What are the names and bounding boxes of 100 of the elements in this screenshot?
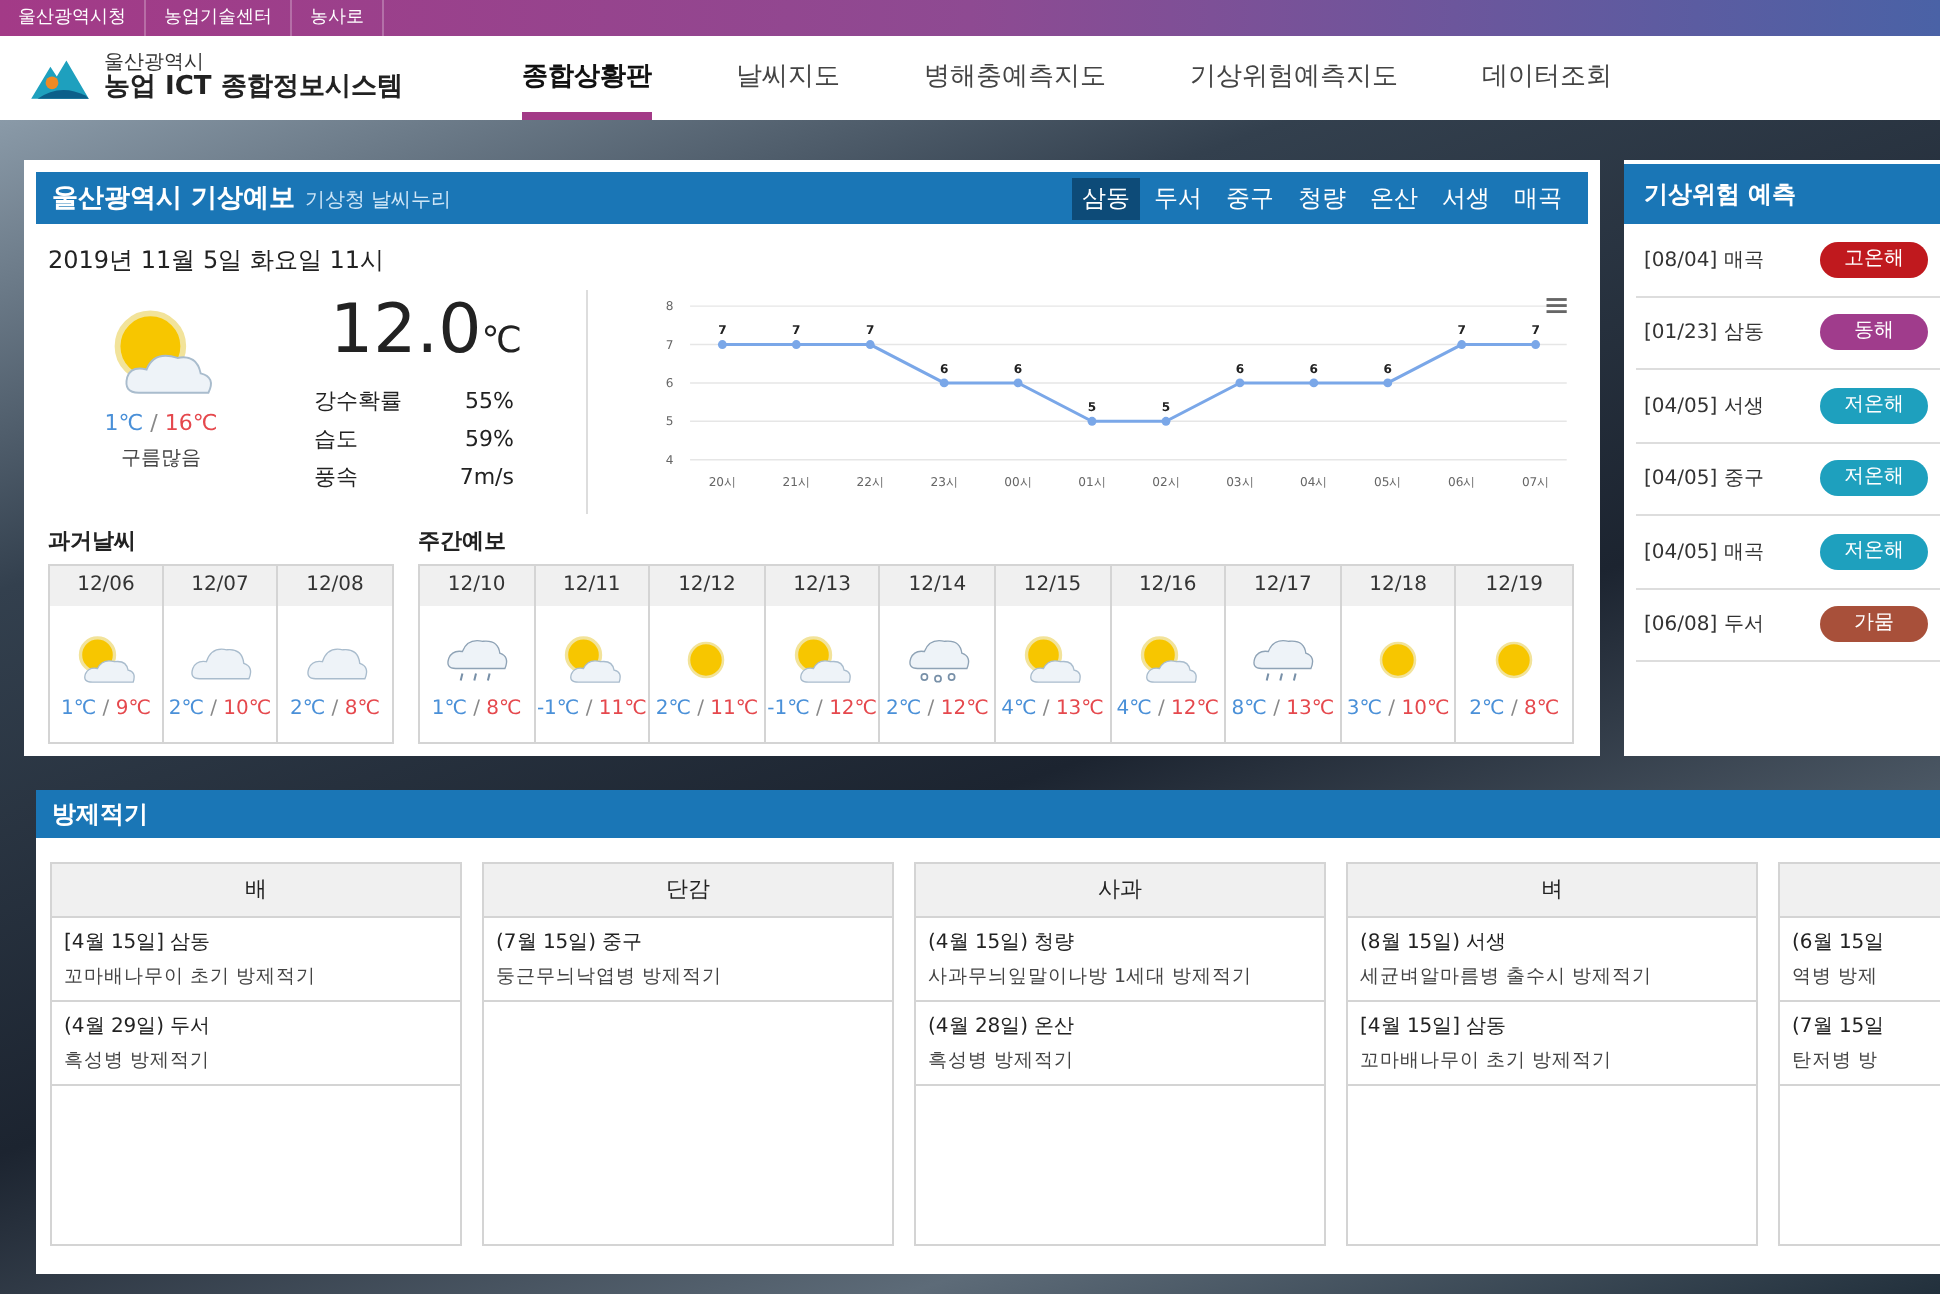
logo-title: 농업 ICT 종합정보시스템 [104,74,403,104]
control-date: (4월 28일) 온산 [928,1014,1077,1040]
stat-value: 7m/s [459,462,514,494]
logo-subtitle: 울산광역시 [104,52,204,75]
low-high-temperature: 2℃ / 8℃ [290,698,380,720]
risk-tag: 저온해 [1820,533,1928,570]
date-header: 12/08 [278,566,392,606]
risk-date: [01/23] 삼동 [1644,320,1764,347]
control-task: 둥근무늬낙엽병 방제적기 [496,964,725,990]
risk-date: [06/08] 두서 [1644,612,1764,639]
risk-tag: 동해 [1820,314,1928,351]
nav-tab[interactable]: 데이터조회 [1440,36,1654,120]
data-point [939,378,949,388]
stat-value: 59% [465,424,514,456]
data-point [1457,340,1467,349]
nav-tab[interactable]: 병해충예측지도 [882,36,1148,120]
control-task: 역병 방제 [1792,964,1881,990]
date-header: 12/17 [1226,566,1340,606]
data-point [1013,378,1023,388]
low-high-temperature: 2℃ / 12℃ [886,698,989,720]
control-task: 세균벼알마름병 출수시 방제적기 [1360,964,1655,990]
low-high-temperature: 2℃ / 11℃ [655,698,759,720]
district-tab[interactable]: 온산 [1360,177,1428,219]
low-high-temperature: 2℃ / 10℃ [168,698,272,720]
date-header: 12/11 [535,566,649,606]
control-task: 꼬마배나무이 초기 방제적기 [1360,1048,1615,1074]
sky-condition: 구름많음 [121,446,201,472]
control-task: 탄저병 방 [1792,1048,1881,1074]
low-high-temperature: 1℃ / 8℃ [431,698,522,720]
low-high-temperature: 3℃ / 10℃ [1346,698,1450,720]
control-date: (8월 15일) 서생 [1360,930,1509,956]
stat-label: 풍속 [314,462,358,494]
low-high-temperature: 1℃ / 16℃ [104,410,218,436]
district-tab[interactable]: 서생 [1432,177,1500,219]
date-header: 12/10 [420,566,534,606]
section-title: 과거날씨 [48,526,138,556]
low-high-temperature: 1℃ / 9℃ [61,698,151,720]
low-high-temperature: 2℃ / 8℃ [1469,698,1560,720]
panel-title: 방제적기 [36,790,1940,838]
risk-tag: 저온해 [1820,387,1928,424]
data-point [1161,416,1171,426]
panel-title: 울산광역시 기상예보 [52,182,296,216]
control-task: 사과무늬잎말이나방 1세대 방제적기 [928,964,1255,990]
date-header: 12/14 [880,566,994,606]
low-high-temperature: 4℃ / 12℃ [1116,698,1219,720]
nav-tab[interactable]: 종합상황판 [522,36,652,120]
low-high-temperature: -1℃ / 11℃ [536,698,647,720]
risk-tag: 저온해 [1820,460,1928,497]
date-header: 12/12 [650,566,764,606]
data-point [791,340,801,349]
forecast-datetime: 2019년 11월 5일 화요일 11시 [48,244,386,278]
data-point [717,340,727,349]
control-date: (7월 15일 [1792,1014,1887,1040]
stat-label: 습도 [314,424,358,456]
date-header: 12/18 [1341,566,1455,606]
data-point [1235,378,1245,388]
snow-cloud-icon [903,634,972,686]
panel-title: 기상위험 예측 [1624,164,1940,224]
control-date: (4월 29일) 두서 [64,1014,213,1040]
risk-tag: 고온해 [1820,241,1928,278]
district-tab[interactable]: 청량 [1288,177,1356,219]
district-tab[interactable]: 삼동 [1072,177,1140,219]
risk-date: [08/04] 매곡 [1644,247,1764,274]
menu-icon[interactable] [1546,298,1567,314]
district-tab[interactable]: 두서 [1144,177,1212,219]
crop-header: 배 [52,864,460,918]
section-title: 주간예보 [418,526,508,556]
control-task: 흑성병 방제적기 [64,1048,213,1074]
control-date: (4월 15일) 청량 [928,930,1077,956]
nav-tab[interactable]: 기상위험예측지도 [1148,36,1440,120]
crop-header: 벼 [1348,864,1756,918]
control-date: (6월 15일 [1792,930,1887,956]
risk-date: [04/05] 중구 [1644,466,1764,493]
data-point [1087,416,1097,426]
district-tab[interactable]: 중구 [1216,177,1284,219]
control-date: (7월 15일) 중구 [496,930,645,956]
risk-date: [04/05] 매곡 [1644,539,1764,566]
low-high-temperature: -1℃ / 12℃ [767,698,878,720]
source-label: 기상청 날씨누리 [305,188,452,214]
data-point [1383,378,1393,388]
stat-value: 55% [465,386,514,418]
current-temperature: 12.0℃ [330,290,524,374]
risk-date: [04/05] 서생 [1644,393,1764,420]
data-point [1309,378,1319,388]
district-tab[interactable]: 매곡 [1504,177,1572,219]
data-point [865,340,875,349]
crop-header: 단감 [484,864,892,918]
date-header: 12/15 [995,566,1110,606]
risk-tag: 가뭄 [1820,606,1928,643]
date-header: 12/13 [765,566,879,606]
date-header: 12/19 [1456,566,1572,606]
rain-cloud-icon [442,634,511,686]
date-header: 12/16 [1111,566,1225,606]
date-header: 12/07 [164,566,276,606]
nav-tab[interactable]: 날씨지도 [694,36,882,120]
control-date: [4월 15일] 삼동 [1360,1014,1509,1040]
low-high-temperature: 4℃ / 13℃ [1001,698,1104,720]
crop-header: 사과 [916,864,1324,918]
stat-label: 강수확률 [314,386,402,418]
low-high-temperature: 8℃ / 13℃ [1231,698,1335,720]
